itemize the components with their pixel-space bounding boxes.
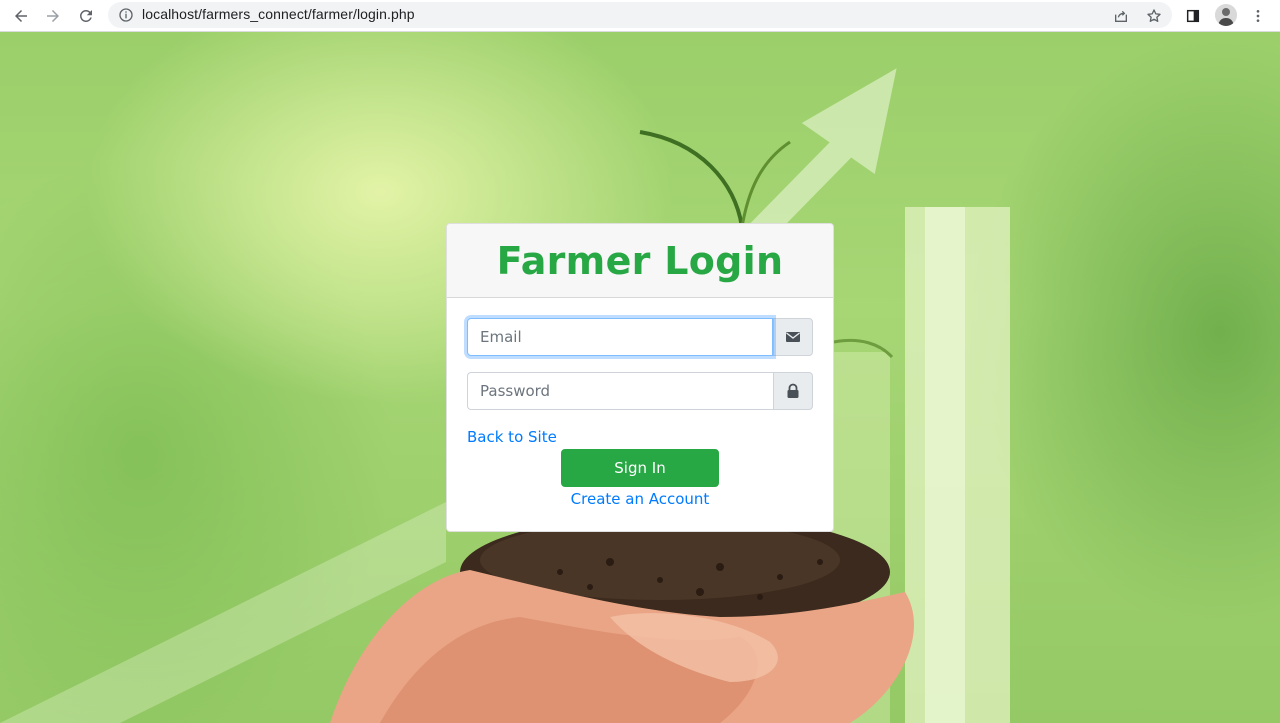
- forward-button[interactable]: [40, 3, 66, 29]
- back-to-site-link[interactable]: Back to Site: [467, 428, 557, 446]
- email-input[interactable]: [467, 318, 773, 356]
- background-image: Farmer Login Back to Site Sign In Crea: [0, 32, 1280, 723]
- email-input-group: [467, 318, 813, 356]
- star-icon: [1147, 9, 1161, 22]
- kebab-menu-icon: [1256, 10, 1260, 22]
- browser-toolbar: localhost/farmers_connect/farmer/login.p…: [0, 0, 1280, 32]
- browser-menu-button[interactable]: [1245, 3, 1271, 29]
- address-bar[interactable]: localhost/farmers_connect/farmer/login.p…: [108, 2, 1172, 28]
- arrow-left-icon: [15, 10, 27, 22]
- share-icon: [1115, 10, 1127, 22]
- side-panel-icon: [1186, 9, 1200, 23]
- side-panel-button[interactable]: [1180, 3, 1206, 29]
- login-card: Farmer Login Back to Site Sign In Crea: [446, 223, 834, 532]
- create-account-link[interactable]: Create an Account: [447, 490, 833, 508]
- profile-photo: [1215, 4, 1237, 26]
- envelope-icon: [786, 332, 800, 342]
- email-addon: [773, 318, 813, 356]
- password-addon: [773, 372, 813, 410]
- arrow-right-icon: [47, 10, 59, 22]
- reload-button[interactable]: [73, 3, 99, 29]
- share-button[interactable]: [1108, 3, 1134, 29]
- back-button[interactable]: [8, 3, 34, 29]
- password-input[interactable]: [467, 372, 773, 410]
- reload-icon: [79, 9, 92, 22]
- avatar[interactable]: [1215, 4, 1237, 26]
- lock-icon: [787, 383, 799, 398]
- info-icon[interactable]: [118, 7, 134, 23]
- page-title: Farmer Login: [496, 238, 784, 283]
- sign-in-button[interactable]: Sign In: [561, 449, 719, 487]
- password-input-group: [467, 372, 813, 410]
- bookmark-button[interactable]: [1141, 3, 1167, 29]
- card-header: Farmer Login: [447, 224, 833, 298]
- url-text[interactable]: localhost/farmers_connect/farmer/login.p…: [142, 6, 415, 22]
